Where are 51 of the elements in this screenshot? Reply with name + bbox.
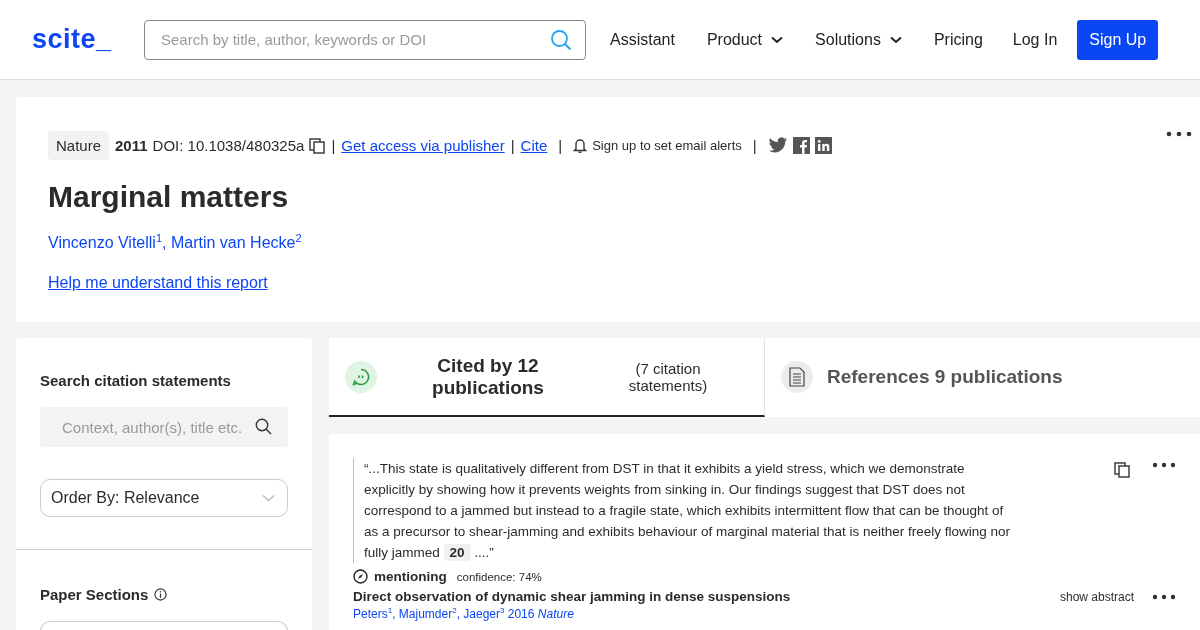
separator: | bbox=[510, 137, 515, 154]
nav-link[interactable]: Pricing bbox=[933, 30, 983, 49]
caret-icon bbox=[262, 494, 275, 502]
access-link[interactable]: Get access via publisher bbox=[341, 137, 505, 154]
logo[interactable]: scite_ bbox=[32, 24, 144, 55]
sign-up-button[interactable]: Sign Up bbox=[1077, 19, 1159, 60]
search-field[interactable]: Search by title, author, keywords or DOI bbox=[144, 19, 586, 60]
citation-search-field[interactable]: Context, author(s), title etc. bbox=[40, 407, 288, 447]
document-icon bbox=[789, 366, 805, 387]
separator: | bbox=[558, 137, 563, 154]
nav-link[interactable]: Solutions bbox=[815, 30, 902, 49]
bird-icon[interactable] bbox=[767, 137, 788, 154]
search-icon bbox=[255, 418, 272, 435]
citation-quote: “...This state is qualitatively different from DST in that it exhibits a yield stress, which we demonstrate explicitly by showing how it prevents weights from sinking in. Our findings suggest that DST does not correspond to a jammed but instead to a fragile state, which exhibits intermittent flow that can be thought of as a precursor to shear-jamming and exhibits behaviour of marginal material that is neither freely flowing nor fully jammed 20 ....” bbox=[353, 458, 1014, 563]
nav-link[interactable]: Assistant bbox=[610, 30, 675, 49]
linkedin-icon[interactable] bbox=[814, 137, 832, 154]
paper-title: Marginal matters bbox=[48, 180, 290, 214]
confidence: confidence: 74% bbox=[456, 570, 542, 583]
show-abstract-link[interactable]: show abstract bbox=[1059, 589, 1134, 604]
more-icon[interactable] bbox=[1152, 593, 1176, 600]
caret-icon[interactable] bbox=[771, 35, 784, 44]
compass-icon bbox=[353, 569, 368, 584]
authors-link[interactable]: Vincenzo Vitelli$^{1}$, Martin van Hecke$^{2}$ bbox=[48, 232, 1168, 253]
reference-number[interactable]: 20 bbox=[443, 544, 471, 561]
order-dropdown[interactable]: Order By: Relevance bbox=[40, 479, 288, 517]
more-icon[interactable] bbox=[1152, 462, 1176, 468]
citing-paper-title[interactable]: Direct observation of dynamic shear jamming in dense suspensions bbox=[353, 589, 791, 604]
separator: | bbox=[752, 137, 757, 154]
caret-icon[interactable] bbox=[889, 35, 902, 44]
nav-link[interactable]: Log In bbox=[1012, 30, 1058, 49]
sidebar-heading: Search citation statements bbox=[40, 372, 232, 389]
sidebar-heading: Paper Sections bbox=[40, 586, 149, 603]
cite-link[interactable]: Cite bbox=[520, 137, 548, 154]
search-icon bbox=[550, 28, 572, 51]
year: 2011 bbox=[115, 137, 148, 154]
more-icon[interactable] bbox=[1166, 131, 1192, 137]
nav-link[interactable]: Product bbox=[706, 30, 784, 49]
facebook-icon[interactable] bbox=[792, 137, 810, 154]
bell-icon[interactable] bbox=[573, 137, 588, 154]
info-icon[interactable] bbox=[154, 588, 168, 601]
citation-type: mentioning bbox=[374, 569, 447, 584]
help-link[interactable]: Help me understand this report bbox=[48, 274, 268, 293]
email-alerts-link[interactable]: Sign up to set email alerts bbox=[592, 138, 742, 153]
venue-badge: Nature bbox=[48, 131, 110, 160]
separator: | bbox=[331, 137, 336, 154]
doi: DOI: 10.1038/480325a bbox=[152, 137, 305, 154]
speech-bubble-icon bbox=[351, 366, 371, 387]
copy-icon[interactable] bbox=[1114, 462, 1130, 478]
copy-icon[interactable] bbox=[309, 137, 326, 154]
citing-paper-source[interactable]: Peters$^{1}$, Majumder$^{2}$, Jaeger$^{3}$ 2016 Nature bbox=[353, 604, 1176, 621]
tab[interactable]: Cited by 12 publications (7 citation statements) bbox=[329, 338, 765, 417]
